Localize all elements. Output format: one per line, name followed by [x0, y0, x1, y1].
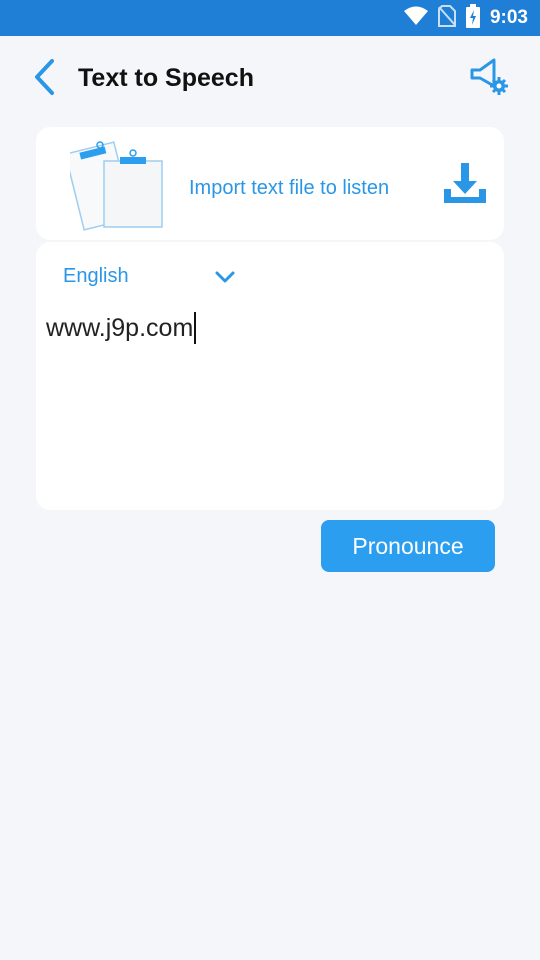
- import-file-card[interactable]: Import text file to listen: [36, 127, 504, 240]
- status-time: 9:03: [489, 7, 528, 28]
- language-label: English: [63, 264, 129, 287]
- voice-settings-button[interactable]: [468, 56, 512, 100]
- language-dropdown[interactable]: English: [63, 260, 235, 292]
- back-button[interactable]: [28, 58, 60, 100]
- status-bar: 9:03: [0, 0, 540, 36]
- battery-charging-icon: [465, 3, 480, 33]
- status-icons: 9:03: [403, 0, 528, 36]
- chevron-left-icon: [32, 58, 56, 101]
- chevron-down-icon: [213, 266, 237, 288]
- text-input[interactable]: www.j9p.com: [46, 310, 486, 346]
- no-sim-icon: [437, 4, 456, 32]
- text-caret: [194, 312, 197, 344]
- text-input-value: www.j9p.com: [46, 313, 194, 342]
- wifi-icon: [403, 6, 428, 31]
- speaker-settings-icon: [468, 58, 512, 104]
- import-label: Import text file to listen: [189, 177, 390, 199]
- page-title: Text to Speech: [78, 64, 254, 92]
- text-editor-card: English www.j9p.com: [36, 242, 504, 510]
- clipboard-icon: [64, 139, 166, 231]
- app-bar: Text to Speech: [0, 36, 540, 124]
- pronounce-button[interactable]: Pronounce: [321, 520, 495, 572]
- download-button[interactable]: [440, 159, 490, 209]
- download-icon: [440, 163, 490, 213]
